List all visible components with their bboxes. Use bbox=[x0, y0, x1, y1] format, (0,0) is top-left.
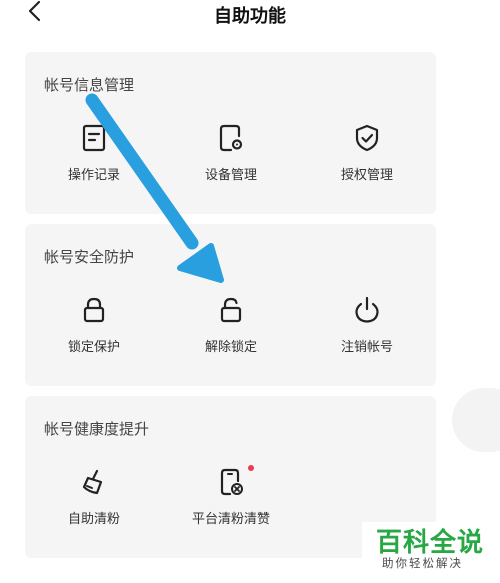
item-label: 解除锁定 bbox=[204, 340, 257, 355]
item-label: 设备管理 bbox=[204, 168, 257, 183]
lock-icon bbox=[83, 297, 105, 323]
power-icon bbox=[355, 296, 379, 323]
item-operation-log[interactable]: 操作记录 bbox=[29, 123, 159, 213]
floating-side-button[interactable] bbox=[452, 388, 500, 452]
header-bar: 自助功能 bbox=[0, 0, 500, 30]
notification-dot bbox=[248, 465, 254, 471]
item-label: 自助清粉 bbox=[67, 512, 120, 527]
item-label: 注销帐号 bbox=[340, 340, 393, 355]
item-label: 授权管理 bbox=[340, 168, 393, 183]
item-unlock[interactable]: 解除锁定 bbox=[166, 295, 296, 385]
shield-check-icon bbox=[355, 124, 379, 152]
item-label: 锁定保护 bbox=[67, 340, 120, 355]
section-title: 帐号健康度提升 bbox=[44, 420, 150, 438]
phone-remove-icon bbox=[220, 468, 243, 496]
section-title: 帐号信息管理 bbox=[44, 76, 135, 94]
section-title: 帐号安全防护 bbox=[44, 248, 135, 266]
section-account-security: 帐号安全防护 锁定保护 解除锁定 注销帐号 bbox=[25, 224, 436, 386]
item-lock-protection[interactable]: 锁定保护 bbox=[29, 295, 159, 385]
brush-icon bbox=[82, 469, 103, 495]
unlock-icon bbox=[220, 297, 242, 323]
item-authorization-management[interactable]: 授权管理 bbox=[302, 123, 432, 213]
item-cancel-account[interactable]: 注销帐号 bbox=[302, 295, 432, 385]
watermark-subtitle: 助你轻松解决 bbox=[382, 556, 463, 570]
watermark-logo: 百科全说 助你轻松解决 bbox=[362, 522, 492, 580]
item-platform-clean-fans-likes[interactable]: 平台清粉清赞 bbox=[166, 465, 296, 557]
device-gear-icon bbox=[219, 124, 243, 152]
item-label: 平台清粉清赞 bbox=[191, 512, 270, 527]
section-account-info: 帐号信息管理 操作记录 设备管理 授权管理 bbox=[25, 52, 436, 214]
document-icon bbox=[82, 124, 106, 152]
page-title: 自助功能 bbox=[214, 6, 286, 27]
item-label: 操作记录 bbox=[67, 168, 120, 183]
watermark-title: 百科全说 bbox=[376, 528, 485, 558]
item-self-clean-fans[interactable]: 自助清粉 bbox=[29, 467, 159, 557]
item-device-management[interactable]: 设备管理 bbox=[166, 123, 296, 213]
